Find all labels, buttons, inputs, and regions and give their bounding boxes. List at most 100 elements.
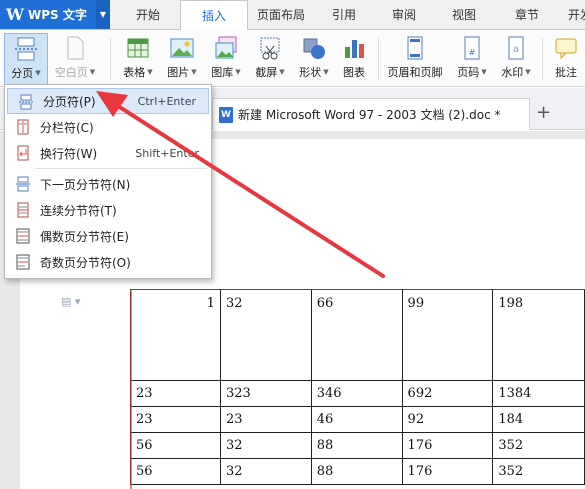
app-title: WPS 文字 bbox=[27, 8, 87, 22]
table-cell[interactable]: 32 bbox=[219, 458, 312, 485]
table-cell[interactable]: 23 bbox=[130, 380, 221, 407]
page-break-icon bbox=[13, 36, 39, 62]
ribbon-separator bbox=[542, 38, 543, 80]
table-cell[interactable]: 176 bbox=[401, 458, 494, 485]
header-footer-label: 页眉和页脚 bbox=[387, 66, 443, 79]
table-cell[interactable]: 32 bbox=[219, 432, 312, 459]
page-break-dropdown-menu: 分页符(P) Ctrl+Enter 分栏符(C) 换行符(W) Shift+En… bbox=[4, 84, 212, 279]
chart-label: 图表 bbox=[343, 66, 365, 79]
tab-review[interactable]: 审阅 bbox=[380, 0, 428, 30]
tab-section[interactable]: 章节 bbox=[500, 0, 554, 30]
title-tab-bar: W WPS 文字 ▼ 开始 插入 页面布局 引用 审阅 视图 章节 开发 bbox=[0, 0, 585, 31]
table-cell[interactable]: 1384 bbox=[492, 380, 585, 407]
tab-insert[interactable]: 插入 bbox=[180, 0, 248, 31]
scissors-icon bbox=[257, 35, 283, 61]
menu-item-column-break[interactable]: 分栏符(C) bbox=[5, 114, 211, 140]
menu-item-even-page-section[interactable]: 偶数页分节符(E) bbox=[5, 223, 211, 249]
shape-label: 形状 bbox=[299, 66, 322, 79]
shape-icon bbox=[301, 35, 327, 61]
gallery-button[interactable]: 图库 ▼ bbox=[206, 33, 246, 85]
tab-view[interactable]: 视图 bbox=[440, 0, 488, 30]
next-page-section-icon bbox=[15, 176, 31, 192]
table-cell[interactable]: 32 bbox=[219, 289, 312, 381]
chevron-down-icon: ▼ bbox=[323, 68, 329, 76]
page-number-label: 页码 bbox=[457, 66, 480, 79]
table-cell[interactable]: 23 bbox=[219, 406, 312, 433]
blank-page-button[interactable]: 空白页 ▼ bbox=[52, 33, 98, 85]
table-row: 1 32 66 99 198 bbox=[130, 289, 585, 381]
word-document-icon: W bbox=[219, 106, 233, 123]
table-cell[interactable]: 56 bbox=[130, 458, 221, 485]
table-row: 23 23 46 92 184 bbox=[130, 406, 585, 433]
tab-home[interactable]: 开始 bbox=[120, 0, 176, 30]
chevron-down-icon: ▼ bbox=[191, 68, 197, 76]
screenshot-button[interactable]: 截屏 ▼ bbox=[250, 33, 290, 85]
table-cell[interactable]: 176 bbox=[401, 432, 494, 459]
table-cell[interactable]: 323 bbox=[219, 380, 312, 407]
table-cell[interactable]: 46 bbox=[310, 406, 403, 433]
app-menu-button[interactable]: W WPS 文字 bbox=[0, 0, 96, 29]
table-cell[interactable]: 88 bbox=[310, 458, 403, 485]
page-number-button[interactable]: # 页码 ▼ bbox=[452, 33, 492, 85]
menu-item-shortcut: Ctrl+Enter bbox=[137, 94, 196, 108]
table-cell[interactable]: 352 bbox=[492, 458, 585, 485]
table-row: 23 323 346 692 1384 bbox=[130, 380, 585, 407]
menu-item-page-break[interactable]: 分页符(P) Ctrl+Enter bbox=[7, 88, 209, 114]
section-boundary-line bbox=[130, 289, 585, 290]
document-table[interactable]: 1 32 66 99 198 23 323 346 692 1384 23 23… bbox=[130, 289, 585, 485]
page-break-icon bbox=[18, 94, 34, 110]
menu-item-continuous-section[interactable]: 连续分节符(T) bbox=[5, 197, 211, 223]
menu-item-label: 分页符(P) bbox=[43, 94, 96, 109]
tab-page-layout[interactable]: 页面布局 bbox=[250, 0, 312, 30]
app-menu-dropdown-icon[interactable]: ▼ bbox=[96, 0, 110, 29]
blank-page-label: 空白页 bbox=[54, 66, 88, 79]
comment-label: 批注 bbox=[555, 66, 577, 79]
chevron-down-icon: ▼ bbox=[235, 68, 241, 76]
watermark-button[interactable]: a 水印 ▼ bbox=[496, 33, 536, 85]
table-cell[interactable]: 66 bbox=[310, 289, 403, 381]
table-cell[interactable]: 198 bbox=[492, 289, 585, 381]
menu-item-label: 偶数页分节符(E) bbox=[40, 229, 129, 244]
document-tab[interactable]: W 新建 Microsoft Word 97 - 2003 文档 (2).doc… bbox=[212, 98, 530, 130]
chart-button[interactable]: 图表 bbox=[338, 33, 370, 85]
table-row: 56 32 88 176 352 bbox=[130, 458, 585, 485]
table-cell[interactable]: 692 bbox=[401, 380, 494, 407]
bar-chart-icon bbox=[341, 35, 367, 61]
menu-item-line-break[interactable]: 换行符(W) Shift+Enter bbox=[5, 140, 211, 166]
picture-button[interactable]: 图片 ▼ bbox=[162, 33, 202, 85]
header-footer-button[interactable]: 页眉和页脚 bbox=[384, 33, 446, 85]
table-cell[interactable]: 352 bbox=[492, 432, 585, 459]
menu-item-next-page-section[interactable]: 下一页分节符(N) bbox=[5, 171, 211, 197]
comment-button[interactable]: 批注 bbox=[548, 33, 584, 85]
chevron-down-icon: ▼ bbox=[525, 68, 531, 76]
line-break-icon bbox=[15, 145, 31, 161]
tab-developer[interactable]: 开发 bbox=[560, 0, 585, 30]
document-tab-title: 新建 Microsoft Word 97 - 2003 文档 (2).doc * bbox=[238, 108, 501, 122]
table-cell[interactable]: 88 bbox=[310, 432, 403, 459]
page-break-label: 分页 bbox=[11, 67, 34, 80]
chevron-down-icon: ▼ bbox=[89, 68, 96, 76]
table-cell[interactable]: 184 bbox=[492, 406, 585, 433]
paragraph-options-icon[interactable]: ▤ ▾ bbox=[61, 295, 80, 308]
page-break-button[interactable]: 分页 ▼ bbox=[4, 33, 48, 85]
page-number-icon: # bbox=[459, 35, 485, 61]
menu-item-label: 连续分节符(T) bbox=[40, 203, 117, 218]
table-cell[interactable]: 1 bbox=[130, 289, 221, 381]
table-cell[interactable]: 346 bbox=[310, 380, 403, 407]
table-cell[interactable]: 92 bbox=[401, 406, 494, 433]
insert-ribbon: 分页 ▼ 空白页 ▼ 表格 ▼ 图片 ▼ 图库 ▼ 截屏 ▼ 形状 ▼ 图表 页… bbox=[0, 30, 585, 87]
menu-separator bbox=[35, 168, 207, 169]
table-cell[interactable]: 56 bbox=[130, 432, 221, 459]
menu-item-label: 换行符(W) bbox=[40, 146, 98, 161]
table-label: 表格 bbox=[123, 66, 146, 79]
odd-page-section-icon bbox=[15, 254, 31, 270]
table-cell[interactable]: 23 bbox=[130, 406, 221, 433]
table-button[interactable]: 表格 ▼ bbox=[118, 33, 158, 85]
ribbon-separator bbox=[110, 38, 111, 80]
tab-references[interactable]: 引用 bbox=[320, 0, 368, 30]
new-tab-button[interactable]: + bbox=[536, 104, 551, 122]
shape-button[interactable]: 形状 ▼ bbox=[294, 33, 334, 85]
menu-item-odd-page-section[interactable]: 奇数页分节符(O) bbox=[5, 249, 211, 275]
menu-item-label: 下一页分节符(N) bbox=[40, 177, 131, 192]
table-cell[interactable]: 99 bbox=[401, 289, 494, 381]
